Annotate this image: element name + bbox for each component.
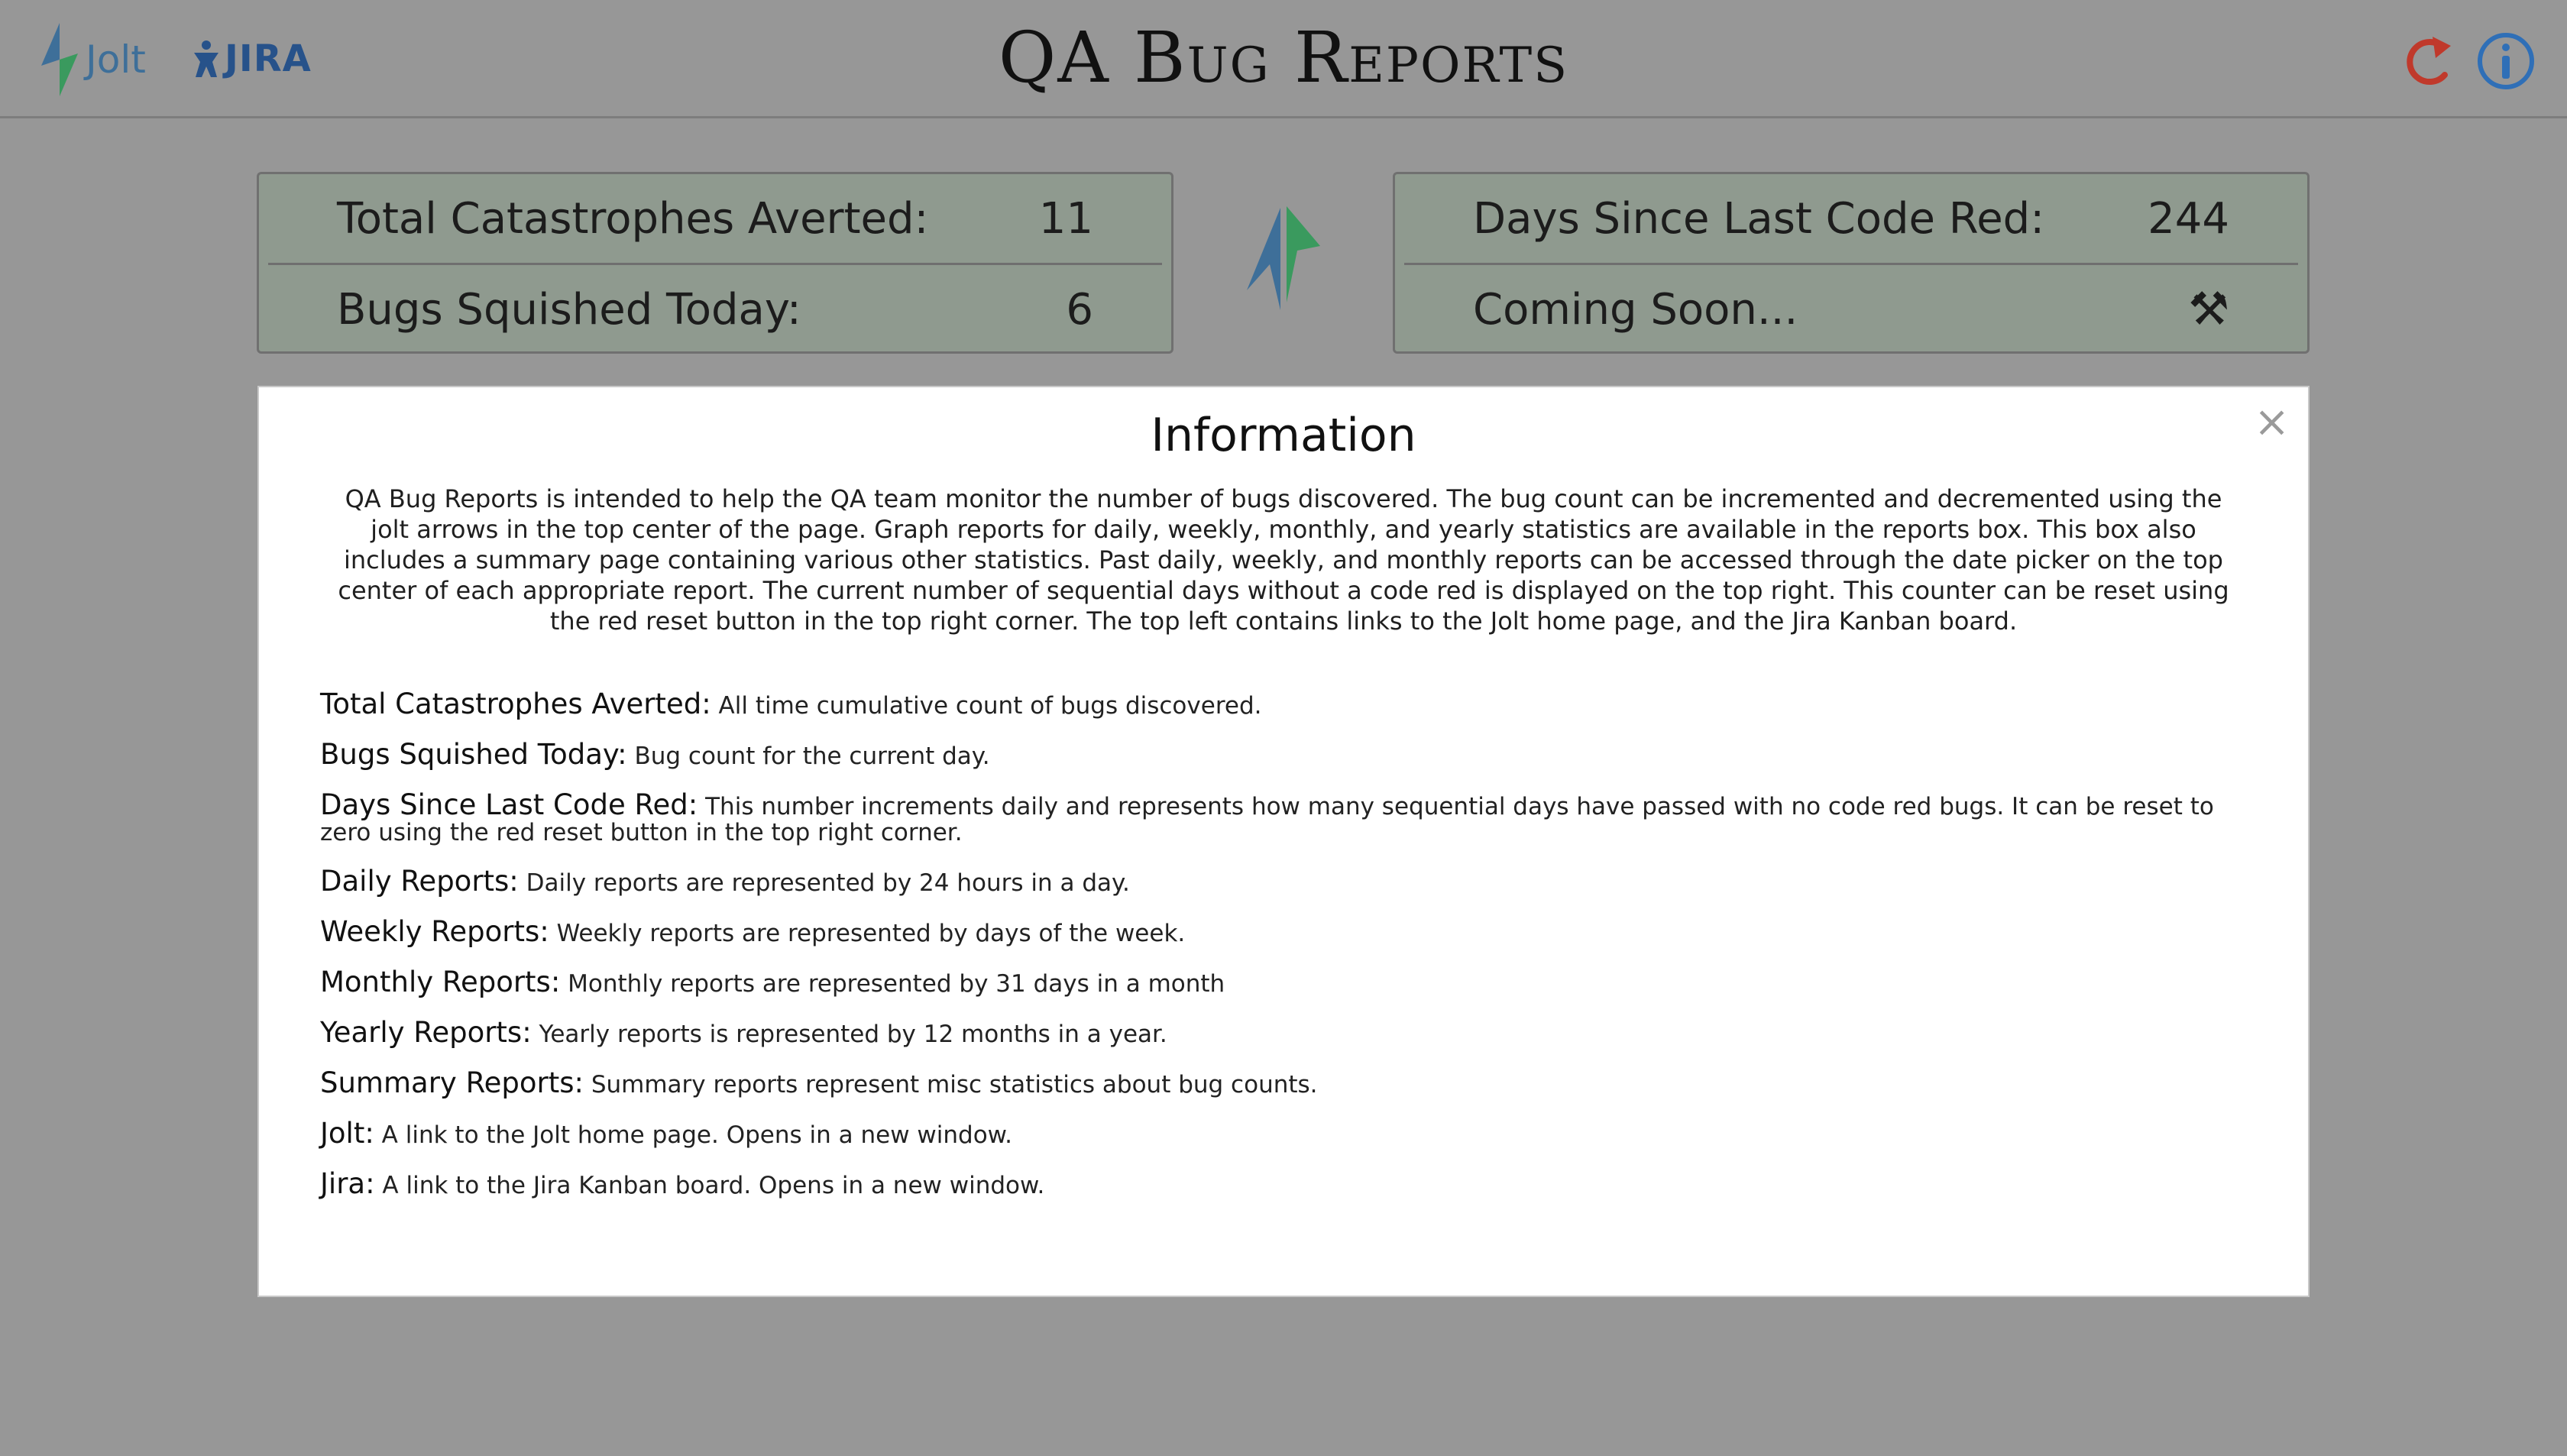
definition-desc: All time cumulative count of bugs discov… bbox=[718, 692, 1262, 720]
page-title: QA Bug Reports bbox=[998, 17, 1569, 99]
reset-arrow-icon bbox=[2407, 37, 2451, 85]
reset-code-red-button[interactable] bbox=[2399, 31, 2460, 92]
definition-term: Bugs Squished Today: bbox=[320, 738, 627, 771]
definition-item: Total Catastrophes Averted: All time cum… bbox=[320, 688, 2255, 720]
definition-desc: Summary reports represent misc statistic… bbox=[591, 1071, 1318, 1098]
stat-label: Coming Soon... bbox=[1473, 284, 1798, 335]
definition-desc: Bug count for the current day. bbox=[634, 743, 990, 770]
definition-term: Daily Reports: bbox=[320, 865, 519, 898]
definition-desc: Monthly reports are represented by 31 da… bbox=[568, 970, 1225, 998]
definition-item: Jira: A link to the Jira Kanban board. O… bbox=[320, 1170, 2255, 1199]
total-catastrophes-row: Total Catastrophes Averted: 11 bbox=[268, 174, 1162, 265]
definition-term: Monthly Reports: bbox=[320, 966, 561, 998]
stat-value: 244 bbox=[2148, 193, 2229, 244]
definition-item: Weekly Reports: Weekly reports are repre… bbox=[320, 917, 2255, 947]
modal-title: Information bbox=[1151, 409, 1416, 462]
info-button[interactable] bbox=[2475, 31, 2536, 92]
stat-label: Days Since Last Code Red: bbox=[1473, 193, 2045, 244]
definition-term: Total Catastrophes Averted: bbox=[320, 688, 711, 720]
modal-intro-text: QA Bug Reports is intended to help the Q… bbox=[338, 484, 2229, 636]
info-circle-icon bbox=[2478, 33, 2534, 89]
bugs-squished-row: Bugs Squished Today: 6 bbox=[268, 265, 1162, 354]
stat-value: 6 bbox=[1066, 284, 1093, 335]
stat-value: 11 bbox=[1038, 193, 1093, 244]
definition-item: Summary Reports: Summary reports represe… bbox=[320, 1069, 2255, 1098]
definition-term: Weekly Reports: bbox=[320, 915, 549, 948]
tools-icon: ⚒ bbox=[2188, 283, 2229, 336]
definition-item: Daily Reports: Daily reports are represe… bbox=[320, 867, 2255, 897]
definition-term: Summary Reports: bbox=[320, 1066, 584, 1099]
jolt-arrows-icon bbox=[1247, 206, 1320, 310]
definition-desc: Daily reports are represented by 24 hour… bbox=[526, 869, 1130, 897]
stats-card-left: Total Catastrophes Averted: 11 Bugs Squi… bbox=[257, 172, 1173, 354]
definition-term: Yearly Reports: bbox=[320, 1016, 532, 1049]
definition-item: Days Since Last Code Red: This number in… bbox=[320, 791, 2255, 846]
definition-item: Yearly Reports: Yearly reports is repres… bbox=[320, 1018, 2255, 1048]
definition-list: Total Catastrophes Averted: All time cum… bbox=[320, 688, 2255, 1221]
days-since-code-red-row: Days Since Last Code Red: 244 bbox=[1404, 174, 2298, 265]
definition-desc: Weekly reports are represented by days o… bbox=[556, 920, 1186, 947]
app-header: Jolt JIRA QA Bug Reports bbox=[0, 0, 2567, 118]
definition-term: Jolt: bbox=[320, 1117, 374, 1150]
definition-item: Bugs Squished Today: Bug count for the c… bbox=[320, 740, 2255, 770]
definition-desc: A link to the Jira Kanban board. Opens i… bbox=[382, 1172, 1045, 1199]
stats-card-right: Days Since Last Code Red: 244 Coming Soo… bbox=[1393, 172, 2310, 354]
definition-item: Monthly Reports: Monthly reports are rep… bbox=[320, 966, 2255, 998]
definition-desc: A link to the Jolt home page. Opens in a… bbox=[381, 1121, 1013, 1149]
definition-desc: Yearly reports is represented by 12 mont… bbox=[539, 1021, 1167, 1048]
stat-label: Bugs Squished Today: bbox=[337, 284, 801, 335]
jolt-arrows-counter[interactable] bbox=[1244, 203, 1323, 313]
definition-term: Days Since Last Code Red: bbox=[320, 788, 698, 821]
definition-item: Jolt: A link to the Jolt home page. Open… bbox=[320, 1119, 2255, 1149]
coming-soon-row: Coming Soon... ⚒ bbox=[1404, 265, 2298, 354]
information-modal: × Information QA Bug Reports is intended… bbox=[257, 386, 2310, 1297]
stat-label: Total Catastrophes Averted: bbox=[337, 193, 929, 244]
definition-term: Jira: bbox=[320, 1167, 375, 1200]
